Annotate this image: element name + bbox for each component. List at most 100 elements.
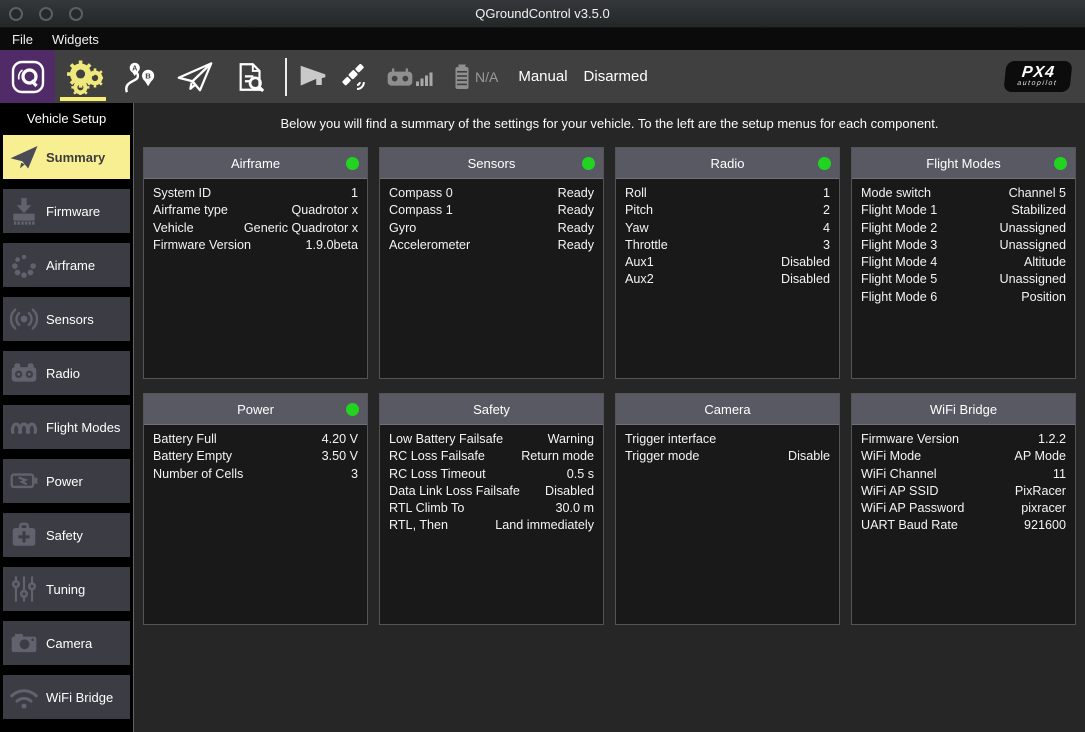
row-label: Firmware Version	[153, 237, 251, 254]
qgc-home-button[interactable]	[0, 50, 55, 103]
sidebar-item-list: Summary Firmware Airframe Sensors Radio …	[0, 135, 133, 729]
sidebar-item-label: Power	[46, 474, 83, 489]
armed-state-indicator[interactable]: Disarmed	[584, 68, 648, 85]
row-label: Data Link Loss Failsafe	[389, 483, 520, 500]
rc-remote-icon	[385, 65, 415, 89]
camera-icon	[9, 628, 39, 658]
table-row: System ID1	[153, 185, 358, 202]
analyze-view-button[interactable]	[223, 50, 279, 103]
row-value: Quadrotor x	[292, 202, 359, 219]
card-title: Airframe	[231, 156, 280, 171]
table-row: RTL, ThenLand immediately	[389, 517, 594, 534]
main-toolbar: N/A Manual Disarmed PX4 autopilot	[0, 50, 1085, 103]
row-label: Aux2	[625, 271, 654, 288]
card-body: Mode switchChannel 5Flight Mode 1Stabili…	[852, 179, 1075, 312]
table-row: Firmware Version1.2.2	[861, 431, 1066, 448]
sidebar-item-camera[interactable]: Camera	[3, 621, 130, 665]
summary-content: Below you will find a summary of the set…	[134, 103, 1085, 732]
sidebar-item-radio[interactable]: Radio	[3, 351, 130, 395]
status-ok-dot	[346, 157, 359, 170]
sidebar-item-label: Tuning	[46, 582, 85, 597]
battery-indicator-button[interactable]: N/A	[452, 63, 498, 91]
row-label: Airframe type	[153, 202, 228, 219]
row-value: 3	[823, 237, 830, 254]
table-row: RC Loss FailsafeReturn mode	[389, 448, 594, 465]
camera-summary-card: Camera Trigger interfaceTrigger modeDisa…	[615, 393, 840, 625]
status-ok-dot	[346, 403, 359, 416]
card-title: Radio	[711, 156, 745, 171]
sidebar-item-airframe[interactable]: Airframe	[3, 243, 130, 287]
power-summary-card: Power Battery Full4.20 VBattery Empty3.5…	[143, 393, 368, 625]
sidebar-item-label: Firmware	[46, 204, 100, 219]
table-row: WiFi AP Passwordpixracer	[861, 500, 1066, 517]
sidebar-item-wifi-bridge[interactable]: WiFi Bridge	[3, 675, 130, 719]
table-row: Roll1	[625, 185, 830, 202]
gps-indicator-button[interactable]	[337, 61, 369, 93]
table-row: Low Battery Failsafe Warning	[389, 431, 594, 448]
card-header: WiFi Bridge	[852, 394, 1075, 425]
window-title-bar: QGroundControl v3.5.0	[0, 0, 1085, 28]
sidebar-item-label: Flight Modes	[46, 420, 120, 435]
sidebar-item-tuning[interactable]: Tuning	[3, 567, 130, 611]
rc-rssi-indicator-button[interactable]	[385, 65, 435, 89]
wifi-icon	[9, 682, 39, 712]
row-label: Number of Cells	[153, 466, 243, 483]
plan-view-button[interactable]	[111, 50, 167, 103]
card-title: Power	[237, 402, 274, 417]
safety-summary-card: Safety Low Battery FailsafeWarningRC Los…	[379, 393, 604, 625]
sidebar-item-label: Airframe	[46, 258, 95, 273]
card-title: Flight Modes	[926, 156, 1000, 171]
menu-widgets[interactable]: Widgets	[50, 32, 101, 47]
row-value: Generic Quadrotor x	[244, 220, 358, 237]
table-row: Mode switchChannel 5	[861, 185, 1066, 202]
qgc-logo-icon	[10, 59, 46, 95]
row-value: Altitude	[1024, 254, 1066, 271]
row-value: pixracer	[1021, 500, 1066, 517]
table-row: RC Loss Timeout0.5 s	[389, 466, 594, 483]
row-label: Low Battery Failsafe	[389, 431, 503, 448]
row-label: Flight Mode 6	[861, 289, 937, 306]
row-value: Warning	[548, 431, 594, 448]
firmware-icon	[9, 196, 39, 226]
row-value: 1	[823, 185, 830, 202]
flight-modes-icon	[9, 412, 39, 442]
px4-autopilot-logo: PX4 autopilot	[1003, 61, 1072, 92]
card-body: Trigger interfaceTrigger modeDisable	[616, 425, 839, 472]
messages-indicator-button[interactable]	[298, 64, 328, 90]
battery-icon	[452, 63, 472, 91]
card-header: Power	[144, 394, 367, 425]
flight-mode-indicator[interactable]: Manual	[518, 68, 567, 85]
fly-view-button[interactable]	[167, 50, 223, 103]
sidebar-item-flight-modes[interactable]: Flight Modes	[3, 405, 130, 449]
table-row: Flight Mode 2Unassigned	[861, 220, 1066, 237]
row-value: Ready	[558, 237, 594, 254]
vehicle-setup-view-button[interactable]	[55, 50, 111, 103]
card-header: Sensors	[380, 148, 603, 179]
sidebar-item-sensors[interactable]: Sensors	[3, 297, 130, 341]
flight-modes-summary-card: Flight Modes Mode switchChannel 5Flight …	[851, 147, 1076, 379]
row-value: Ready	[558, 220, 594, 237]
sidebar-item-summary[interactable]: Summary	[3, 135, 130, 179]
menu-file[interactable]: File	[10, 32, 35, 47]
table-row: Trigger interface	[625, 431, 830, 448]
row-label: Yaw	[625, 220, 649, 237]
card-body: Low Battery Failsafe WarningRC Loss Fails…	[380, 425, 603, 541]
table-row: Compass 0Ready	[389, 185, 594, 202]
table-row: Trigger modeDisable	[625, 448, 830, 465]
row-value: 2	[823, 202, 830, 219]
sidebar-item-firmware[interactable]: Firmware	[3, 189, 130, 233]
table-row: WiFi Channel11	[861, 466, 1066, 483]
row-value: Disabled	[545, 483, 594, 500]
sidebar-item-label: Safety	[46, 528, 83, 543]
table-row: WiFi ModeAP Mode	[861, 448, 1066, 465]
row-label: RTL Climb To	[389, 500, 464, 517]
card-body: Roll1Pitch2Yaw4Throttle3Aux1DisabledAux2…	[616, 179, 839, 295]
sidebar-item-safety[interactable]: Safety	[3, 513, 130, 557]
row-value: Stabilized	[1011, 202, 1066, 219]
sidebar-item-power[interactable]: Power	[3, 459, 130, 503]
table-row: WiFi AP SSIDPixRacer	[861, 483, 1066, 500]
card-header: Airframe	[144, 148, 367, 179]
card-body: Compass 0ReadyCompass 1ReadyGyroReadyAcc…	[380, 179, 603, 260]
table-row: Battery Empty3.50 V	[153, 448, 358, 465]
row-label: WiFi Mode	[861, 448, 921, 465]
